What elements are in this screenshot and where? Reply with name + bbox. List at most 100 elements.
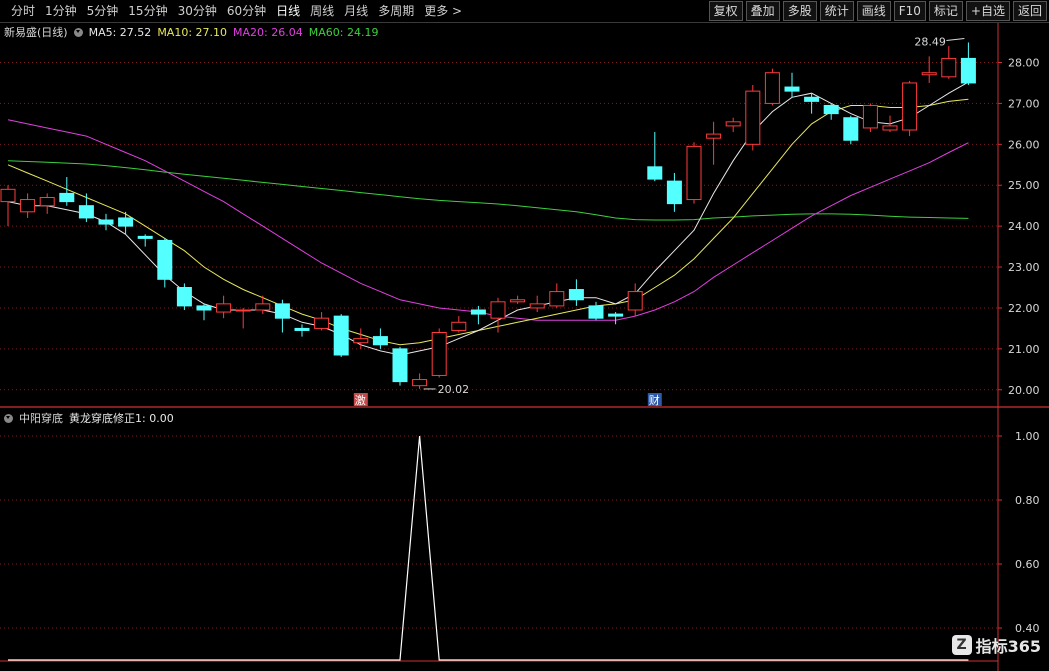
candle-body [725, 121, 741, 127]
candle-body [706, 133, 722, 139]
candle-body [627, 291, 643, 311]
stock-name: 新易盛(日线) [4, 26, 68, 39]
logo-text: 指标365 [975, 637, 1041, 656]
event-marker-1: 激 [355, 393, 366, 407]
watermark-logo: Z 指标365 [951, 633, 1041, 657]
period-tab[interactable]: 1分钟 [40, 3, 82, 19]
price-tick-label: 23.00 [1008, 261, 1040, 274]
high-price-label: 28.49 [914, 35, 946, 48]
candle-body [549, 291, 565, 307]
ma60-line [7, 160, 969, 221]
candle-body [921, 72, 937, 76]
indicator-tick-label: 0.60 [1015, 558, 1040, 571]
price-tick-label: 20.00 [1008, 384, 1040, 397]
candle-body [941, 57, 957, 78]
candle-body [333, 315, 349, 356]
toolbar-button[interactable]: F10 [893, 1, 926, 21]
period-tab[interactable]: 日线 [271, 3, 305, 19]
candle-body [0, 188, 16, 203]
low-price-label: 20.02 [438, 383, 470, 396]
event-marker-2: 财 [649, 393, 660, 407]
candle-body [392, 348, 408, 383]
toolbar-button[interactable]: 叠加 [745, 1, 780, 21]
candle-body [372, 336, 388, 346]
chart-canvas: 28.00 27.00 26.00 25.00 24.00 23.00 22.00 21.00… [0, 22, 1049, 671]
candle-body [78, 205, 94, 219]
candle-body [137, 235, 153, 239]
ma20-line [7, 119, 969, 321]
indicator-line [8, 435, 969, 661]
main-info-bar: 新易盛(日线) MA5: 27.52 MA10: 27.10 MA20: 26.… [4, 24, 378, 40]
price-tick-label: 27.00 [1008, 97, 1040, 110]
toolbar-button[interactable]: 标记 [928, 1, 963, 21]
toolbar-button[interactable]: 统计 [819, 1, 854, 21]
candle-body [608, 313, 624, 317]
indicator-line-label: 黄龙穿底修正1: 0.00 [69, 412, 174, 425]
candle-body [470, 309, 486, 315]
candle-body [510, 299, 526, 303]
candle-body [314, 317, 330, 329]
price-tick-label: 28.00 [1008, 57, 1040, 70]
ma60-label: MA60: 24.19 [308, 25, 379, 39]
ma20-label: MA20: 26.04 [233, 25, 303, 39]
period-tab[interactable]: 5分钟 [82, 3, 124, 19]
candle-body [196, 305, 212, 311]
candle-body [666, 180, 682, 205]
period-tabs: 分时 1分钟 5分钟 15分钟 30分钟 60分钟 日线 周线 月线 多周期 更多 > [6, 3, 467, 19]
toolbar-button[interactable]: 返回 [1012, 1, 1047, 21]
sub-info-bar: 中阳穿底 黄龙穿底修正1: 0.00 [4, 410, 174, 426]
period-tab[interactable]: 60分钟 [222, 3, 271, 19]
candle-body [745, 90, 761, 145]
toolbar-buttons: 复权 叠加 多股 统计 画线 F10 标记 +自选 返回 [706, 1, 1047, 21]
candle-body [882, 125, 898, 131]
candle-body [902, 82, 918, 131]
period-tab[interactable]: 15分钟 [123, 3, 172, 19]
indicator-tick-label: 0.80 [1015, 494, 1040, 507]
toolbar: 分时 1分钟 5分钟 15分钟 30分钟 60分钟 日线 周线 月线 多周期 更多 > 复权 叠加 多股… [0, 0, 1049, 23]
candle-body [255, 303, 271, 311]
candle-body [216, 303, 232, 313]
candle-body [157, 239, 173, 280]
candle-body [451, 321, 467, 331]
period-tab[interactable]: 分时 [6, 3, 40, 19]
candle-body [784, 86, 800, 92]
price-tick-label: 26.00 [1008, 138, 1040, 151]
period-tab[interactable]: 月线 [339, 3, 373, 19]
ma5-label: MA5: 27.52 [88, 25, 152, 39]
candle-body [274, 303, 290, 319]
toolbar-button[interactable]: 画线 [856, 1, 891, 21]
price-tick-label: 21.00 [1008, 343, 1040, 356]
candle-body [843, 117, 859, 141]
high-arrow [946, 37, 965, 41]
settings-dropdown-icon[interactable] [73, 27, 83, 37]
candle-body [59, 192, 75, 203]
period-tab[interactable]: 更多 > [419, 3, 467, 19]
price-tick-label: 22.00 [1008, 302, 1040, 315]
candle-body [647, 166, 663, 180]
indicator-name: 中阳穿底 [19, 412, 63, 425]
candle-body [823, 104, 839, 115]
toolbar-button[interactable]: +自选 [965, 1, 1010, 21]
candle-body [176, 287, 192, 307]
period-tab[interactable]: 周线 [305, 3, 339, 19]
candle-body [118, 217, 134, 227]
candle-body [235, 309, 251, 312]
indicator-dropdown-icon[interactable] [4, 413, 13, 423]
ma10-label: MA10: 27.10 [157, 25, 228, 39]
period-tab[interactable]: 30分钟 [173, 3, 222, 19]
price-tick-label: 24.00 [1008, 220, 1040, 233]
candle-body [960, 57, 976, 84]
candle-body [431, 332, 447, 376]
candle-body [39, 197, 55, 207]
logo-icon: Z [951, 635, 972, 655]
candle-body [862, 104, 878, 129]
candle-body [98, 219, 114, 225]
candle-body [764, 72, 780, 104]
toolbar-button[interactable]: 多股 [782, 1, 817, 21]
candle-body [353, 338, 369, 344]
toolbar-button[interactable]: 复权 [708, 1, 743, 21]
candle-body [804, 96, 820, 102]
period-tab[interactable]: 多周期 [373, 3, 419, 19]
candle-body [490, 301, 506, 319]
candle-body [294, 327, 310, 331]
